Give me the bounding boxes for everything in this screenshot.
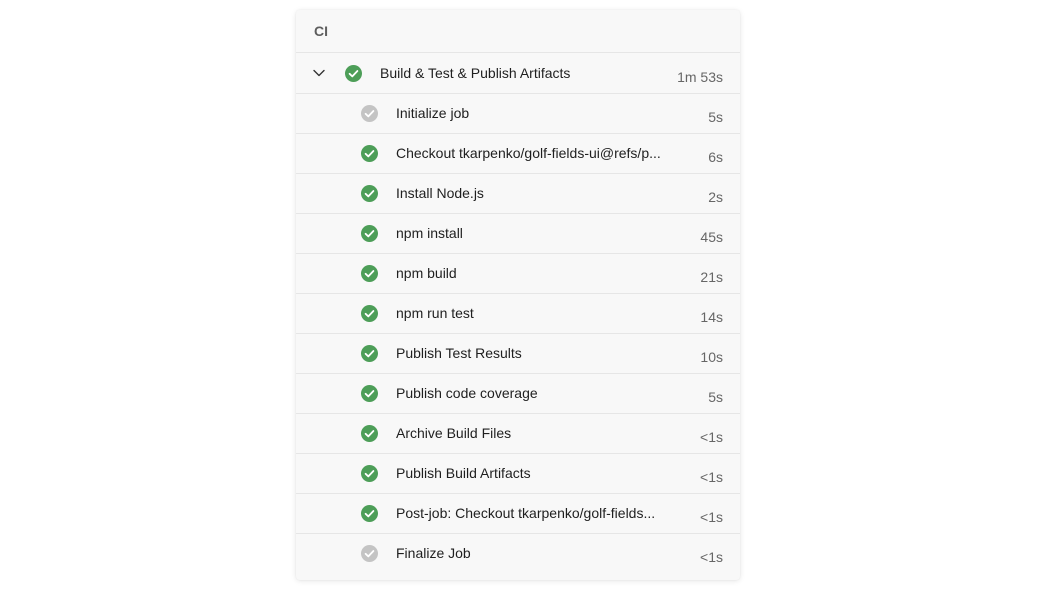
step-duration: 5s [708, 389, 723, 405]
skipped-check-icon [361, 545, 378, 562]
step-row[interactable]: Publish Test Results 10s [296, 334, 740, 374]
pipeline-panel: CI Build & Test & Publish Artifacts 1m 5… [296, 10, 740, 580]
step-label: Post-job: Checkout tkarpenko/golf-fields… [396, 505, 656, 521]
success-check-icon [361, 145, 378, 162]
step-row[interactable]: npm build 21s [296, 254, 740, 294]
success-check-icon [345, 65, 362, 82]
success-check-icon [361, 265, 378, 282]
step-row[interactable]: Checkout tkarpenko/golf-fields-ui@refs/p… [296, 134, 740, 174]
step-label: Archive Build Files [396, 425, 512, 441]
step-label: Checkout tkarpenko/golf-fields-ui@refs/p… [396, 145, 661, 161]
step-duration: 45s [700, 229, 723, 245]
job-label: Build & Test & Publish Artifacts [380, 65, 571, 81]
step-duration: <1s [700, 469, 723, 485]
step-label: npm build [396, 265, 457, 281]
success-check-icon [361, 425, 378, 442]
panel-title: CI [296, 10, 740, 53]
step-row[interactable]: npm install 45s [296, 214, 740, 254]
step-label: npm install [396, 225, 463, 241]
step-label: npm run test [396, 305, 474, 321]
skipped-check-icon [361, 105, 378, 122]
success-check-icon [361, 185, 378, 202]
success-check-icon [361, 225, 378, 242]
step-label: Publish Test Results [396, 345, 522, 361]
step-row[interactable]: Post-job: Checkout tkarpenko/golf-fields… [296, 494, 740, 534]
success-check-icon [361, 345, 378, 362]
step-label: Publish code coverage [396, 385, 538, 401]
step-label: Initialize job [396, 105, 470, 121]
step-duration: <1s [700, 509, 723, 525]
step-row[interactable]: Publish code coverage 5s [296, 374, 740, 414]
step-duration: 6s [708, 149, 723, 165]
success-check-icon [361, 505, 378, 522]
step-duration: 14s [700, 309, 723, 325]
step-duration: 21s [700, 269, 723, 285]
step-row[interactable]: Publish Build Artifacts <1s [296, 454, 740, 494]
job-row[interactable]: Build & Test & Publish Artifacts 1m 53s [296, 53, 740, 94]
step-duration: <1s [700, 429, 723, 445]
step-row[interactable]: Archive Build Files <1s [296, 414, 740, 454]
step-duration: 5s [708, 109, 723, 125]
step-duration: 10s [700, 349, 723, 365]
step-row[interactable]: Finalize Job <1s [296, 534, 740, 573]
step-row[interactable]: Install Node.js 2s [296, 174, 740, 214]
success-check-icon [361, 385, 378, 402]
step-label: Publish Build Artifacts [396, 465, 531, 481]
job-duration: 1m 53s [677, 69, 723, 85]
step-row[interactable]: npm run test 14s [296, 294, 740, 334]
chevron-down-icon[interactable] [312, 66, 326, 80]
step-duration: <1s [700, 549, 723, 565]
step-list: Initialize job 5s Checkout tkarpenko/golf-… [296, 94, 740, 573]
step-row[interactable]: Initialize job 5s [296, 94, 740, 134]
step-label: Install Node.js [396, 185, 484, 201]
success-check-icon [361, 305, 378, 322]
step-duration: 2s [708, 189, 723, 205]
success-check-icon [361, 465, 378, 482]
step-label: Finalize Job [396, 545, 471, 561]
